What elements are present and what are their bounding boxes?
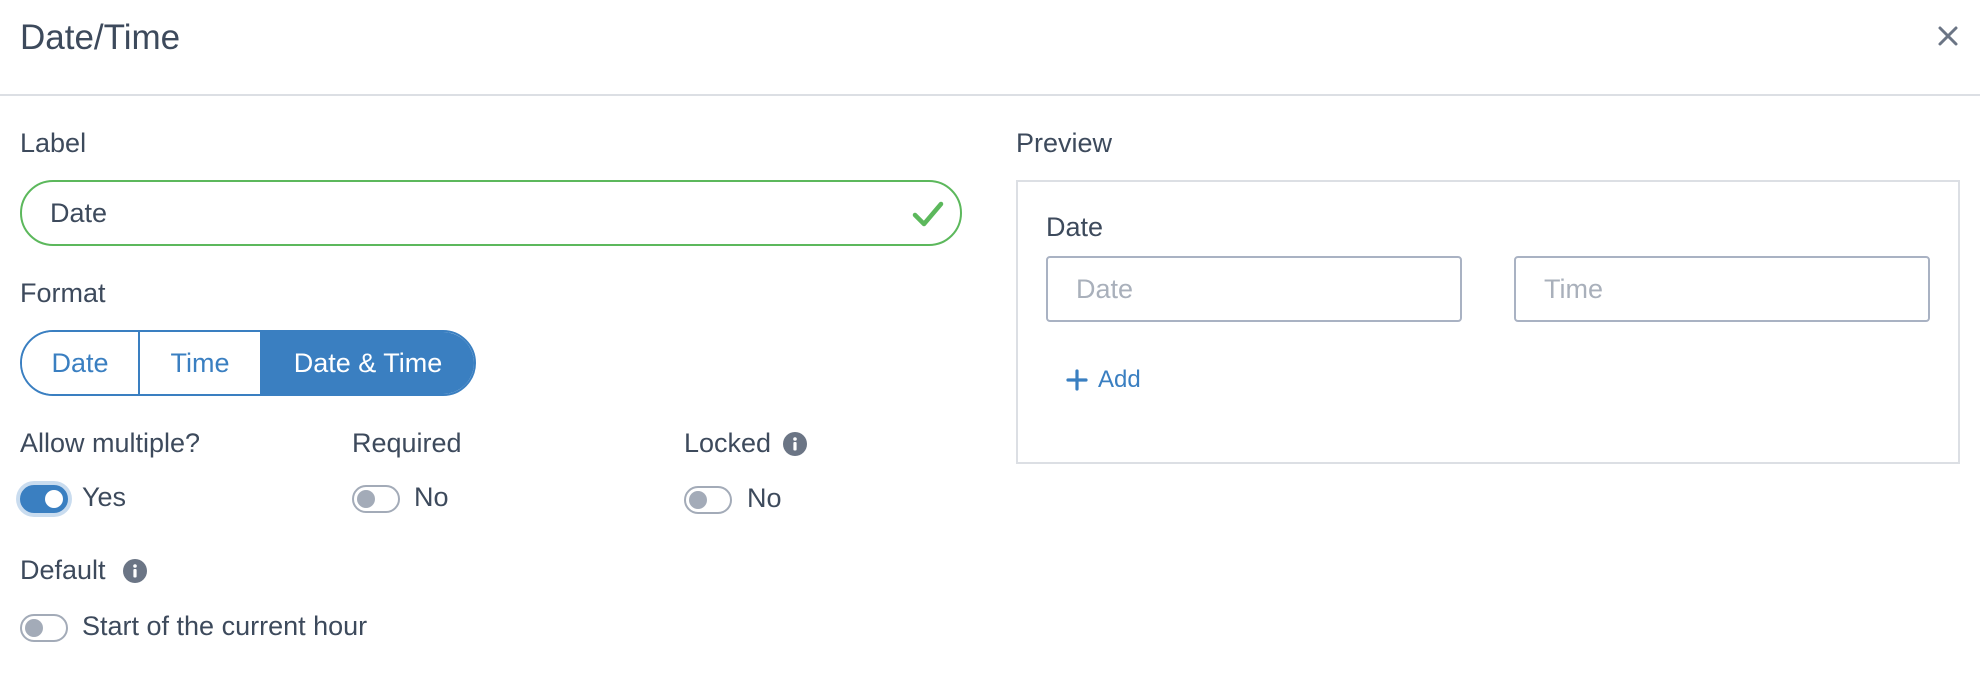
default-heading: Default bbox=[20, 555, 106, 585]
format-option-date-and-time[interactable]: Date & Time bbox=[262, 332, 474, 394]
locked-heading: Locked bbox=[684, 428, 772, 458]
label-input-wrapper bbox=[20, 180, 962, 246]
label-heading: Label bbox=[20, 128, 87, 158]
required-heading: Required bbox=[352, 428, 462, 458]
check-icon bbox=[912, 201, 944, 227]
toggle-knob bbox=[357, 490, 375, 508]
format-option-date[interactable]: Date bbox=[22, 332, 140, 394]
allow-multiple-heading: Allow multiple? bbox=[20, 428, 201, 458]
default-info-icon[interactable] bbox=[123, 559, 147, 583]
required-toggle[interactable] bbox=[352, 485, 400, 513]
allow-multiple-state: Yes bbox=[82, 482, 127, 512]
close-button[interactable] bbox=[1932, 20, 1964, 52]
add-button[interactable]: Add bbox=[1066, 362, 1141, 398]
preview-date-input[interactable] bbox=[1046, 256, 1462, 322]
add-button-label: Add bbox=[1098, 366, 1141, 393]
toggle-knob bbox=[25, 619, 43, 637]
format-heading: Format bbox=[20, 278, 106, 308]
preview-field-label: Date bbox=[1046, 212, 1104, 242]
default-state: Start of the current hour bbox=[82, 611, 368, 641]
preview-time-input[interactable] bbox=[1514, 256, 1930, 322]
default-toggle[interactable] bbox=[20, 614, 68, 642]
locked-info-icon[interactable] bbox=[783, 432, 807, 456]
locked-state: No bbox=[747, 483, 782, 513]
preview-heading: Preview bbox=[1016, 128, 1113, 158]
toggle-knob bbox=[689, 491, 707, 509]
plus-icon bbox=[1066, 369, 1088, 391]
format-option-time[interactable]: Time bbox=[140, 332, 262, 394]
required-state: No bbox=[414, 482, 449, 512]
toggle-knob bbox=[45, 490, 63, 508]
locked-toggle[interactable] bbox=[684, 486, 732, 514]
preview-panel: Date Add bbox=[1016, 180, 1960, 464]
dialog-header: Date/Time bbox=[0, 0, 1980, 96]
close-icon bbox=[1938, 26, 1958, 46]
dialog-title: Date/Time bbox=[20, 18, 181, 57]
allow-multiple-toggle[interactable] bbox=[20, 485, 68, 513]
format-segmented-control: Date Time Date & Time bbox=[20, 330, 476, 396]
label-input[interactable] bbox=[50, 182, 890, 244]
